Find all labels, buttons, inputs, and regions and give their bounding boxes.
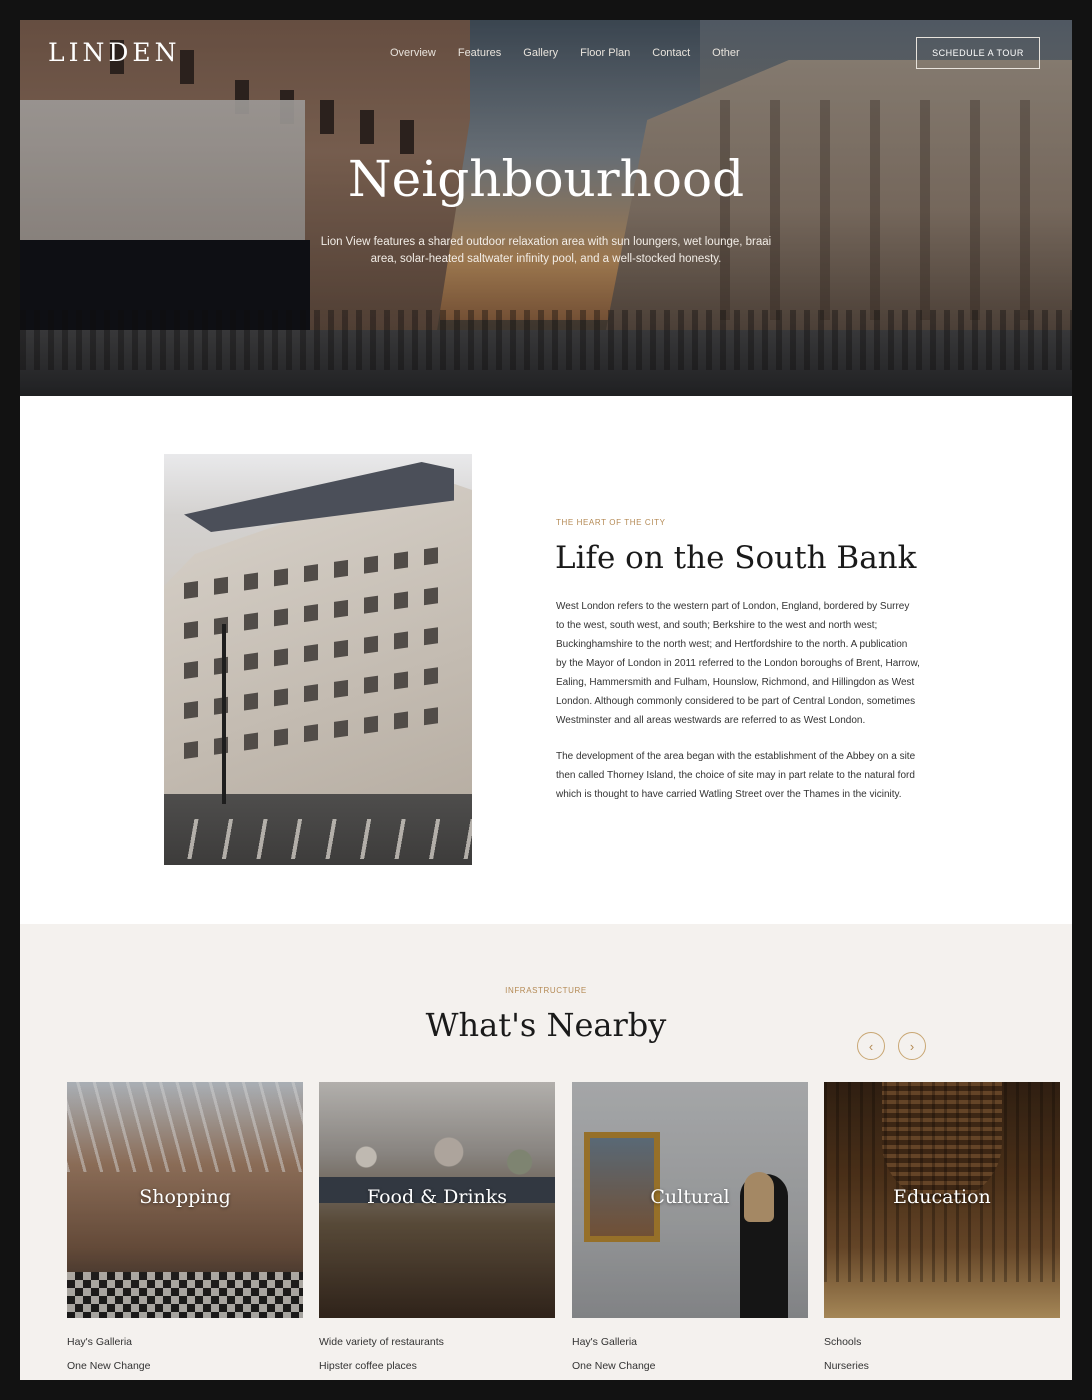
about-title: Life on the South Bank xyxy=(555,540,917,576)
nearby-list-cultural: Hay's Galleria One New Change xyxy=(572,1336,655,1380)
schedule-tour-button[interactable]: SCHEDULE A TOUR xyxy=(916,37,1040,69)
nav-item-overview[interactable]: Overview xyxy=(390,47,436,59)
card-label: Food & Drinks xyxy=(366,1186,508,1208)
hero-section: LINDEN Overview Features Gallery Floor P… xyxy=(20,20,1072,396)
page: LINDEN Overview Features Gallery Floor P… xyxy=(20,20,1072,1380)
logo[interactable]: LINDEN xyxy=(48,38,181,67)
card-label: Cultural xyxy=(650,1186,730,1208)
list-item: One New Change xyxy=(572,1360,656,1372)
nearby-eyebrow: INFRASTRUCTURE xyxy=(505,986,587,995)
chevron-left-icon: ‹ xyxy=(868,1038,874,1054)
card-label: Shopping xyxy=(139,1186,231,1208)
nearby-card-cultural[interactable]: Cultural xyxy=(572,1082,808,1318)
card-label: Education xyxy=(893,1186,991,1208)
nav-item-gallery[interactable]: Gallery xyxy=(523,47,558,59)
carousel-next-button[interactable]: › xyxy=(898,1032,926,1060)
list-item: One New Change xyxy=(67,1360,151,1372)
nearby-list-food-drinks: Wide variety of restaurants Hipster coff… xyxy=(319,1336,444,1380)
nearby-list-education: Schools Nurseries xyxy=(824,1336,869,1380)
list-item: Hipster coffee places xyxy=(319,1360,417,1372)
nearby-list-shopping: Hay's Galleria One New Change xyxy=(67,1336,150,1380)
list-item: Schools xyxy=(824,1336,862,1348)
nearby-card-food-drinks[interactable]: Food & Drinks xyxy=(319,1082,555,1318)
nearby-card-education[interactable]: Education xyxy=(824,1082,1060,1318)
about-eyebrow: THE HEART OF THE CITY xyxy=(556,518,666,527)
nearby-section: INFRASTRUCTURE What's Nearby ‹ › Shoppin… xyxy=(20,924,1072,1380)
list-item: Hay's Galleria xyxy=(572,1336,638,1348)
nav-item-contact[interactable]: Contact xyxy=(652,47,690,59)
list-item: Wide variety of restaurants xyxy=(319,1336,444,1348)
about-paragraph-1: West London refers to the western part o… xyxy=(556,601,920,726)
list-item: Hay's Galleria xyxy=(67,1336,133,1348)
about-paragraph-2: The development of the area began with t… xyxy=(556,751,916,800)
hero-subtitle: Lion View features a shared outdoor rela… xyxy=(320,236,772,265)
main-nav: Overview Features Gallery Floor Plan Con… xyxy=(390,47,762,59)
nearby-card-shopping[interactable]: Shopping xyxy=(67,1082,303,1318)
carousel-prev-button[interactable]: ‹ xyxy=(857,1032,885,1060)
chevron-right-icon: › xyxy=(909,1038,915,1054)
hero-title: Neighbourhood xyxy=(347,150,745,208)
south-bank-image xyxy=(164,454,472,865)
nav-item-other[interactable]: Other xyxy=(712,47,740,59)
list-item: Nurseries xyxy=(824,1360,869,1372)
nav-item-features[interactable]: Features xyxy=(458,47,501,59)
nav-item-floor-plan[interactable]: Floor Plan xyxy=(580,47,630,59)
